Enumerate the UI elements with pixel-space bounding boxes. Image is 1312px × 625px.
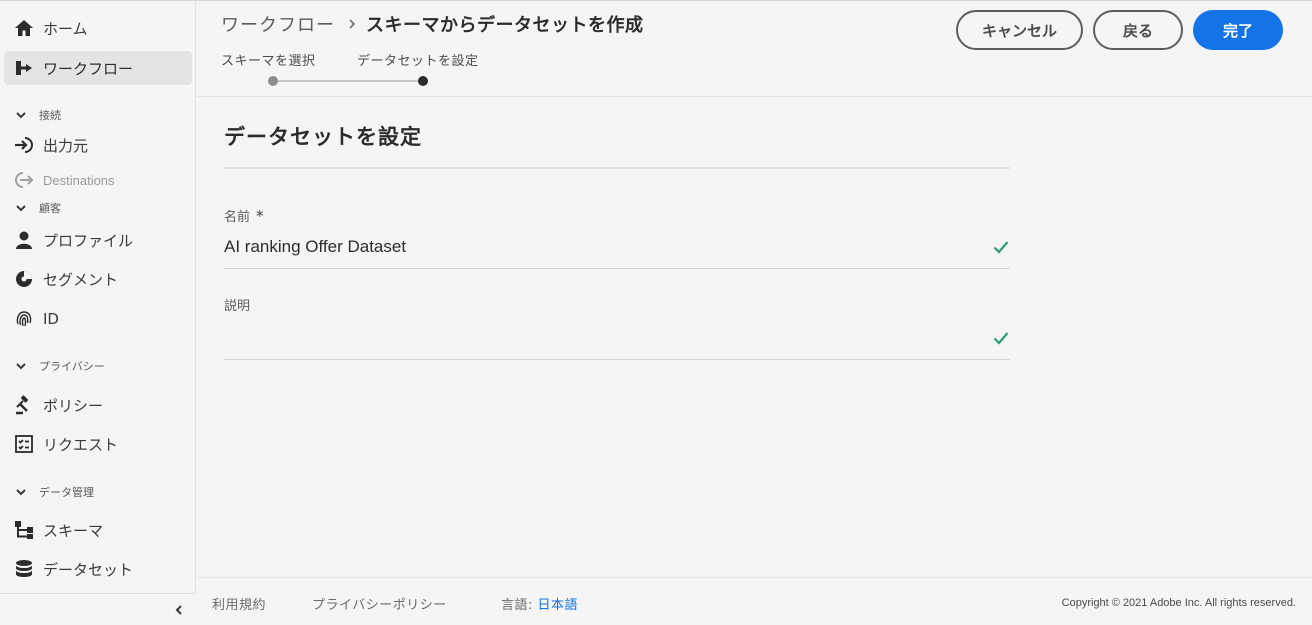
- sidebar-item-label: 出力元: [43, 136, 89, 155]
- required-mark: *: [256, 207, 264, 225]
- section-title: データセットを設定: [224, 125, 422, 149]
- checklist-icon: [14, 434, 34, 454]
- sidebar-item-label: ポリシー: [43, 396, 104, 415]
- schema-icon: [14, 520, 34, 540]
- sidebar-item-datasets[interactable]: データセット: [4, 552, 192, 586]
- workflow-icon: [14, 58, 34, 78]
- checkmark-icon: [993, 332, 1009, 345]
- sidebar-section-label: 顧客: [39, 202, 61, 215]
- step-dot-completed: [268, 76, 278, 86]
- name-label-text: 名前: [224, 210, 251, 225]
- workflow-header: ワークフロー スキーマからデータセットを作成 スキーマを選択 データセットを設定…: [197, 1, 1312, 97]
- step-label-configure-dataset: データセットを設定: [357, 54, 479, 69]
- sidebar-section-customer[interactable]: 顧客: [14, 198, 61, 218]
- sidebar-item-label: ホーム: [43, 19, 88, 38]
- sidebar-section-data-management[interactable]: データ管理: [14, 482, 94, 502]
- name-field-underline: [224, 268, 1010, 269]
- terms-link[interactable]: 利用規約: [212, 594, 266, 613]
- user-icon: [14, 230, 34, 250]
- sidebar-item-destinations[interactable]: Destinations: [4, 163, 192, 197]
- breadcrumb-workflows-link[interactable]: ワークフロー: [221, 11, 335, 37]
- main-content: ワークフロー スキーマからデータセットを作成 スキーマを選択 データセットを設定…: [197, 1, 1312, 625]
- sidebar-item-sources[interactable]: 出力元: [4, 128, 192, 162]
- footer: 利用規約 プライバシーポリシー 言語: 日本語 Copyright © 2021…: [197, 577, 1312, 625]
- sidebar-section-privacy[interactable]: プライバシー: [14, 356, 105, 376]
- segment-icon: [14, 269, 34, 289]
- sidebar: ホーム ワークフロー 接続 出力元 Destinations 顧客 プロファイル: [0, 1, 196, 625]
- section-divider: [224, 167, 1010, 169]
- sidebar-item-label: データセット: [43, 560, 134, 579]
- description-field[interactable]: [224, 327, 984, 351]
- source-icon: [14, 135, 34, 155]
- chevron-left-icon[interactable]: [172, 603, 186, 617]
- sidebar-item-label: リクエスト: [43, 435, 119, 454]
- sidebar-section-label: プライバシー: [39, 360, 105, 373]
- back-button[interactable]: 戻る: [1093, 10, 1183, 50]
- copyright-text: Copyright © 2021 Adobe Inc. All rights r…: [1061, 597, 1296, 609]
- sidebar-item-home[interactable]: ホーム: [4, 11, 192, 45]
- sidebar-item-requests[interactable]: リクエスト: [4, 427, 192, 461]
- language-selector: 言語: 日本語: [501, 594, 578, 613]
- sidebar-item-profiles[interactable]: プロファイル: [4, 223, 192, 257]
- privacy-policy-link[interactable]: プライバシーポリシー: [312, 594, 447, 613]
- sidebar-item-label: ワークフロー: [43, 59, 134, 78]
- step-dot-current: [418, 76, 428, 86]
- sidebar-item-segments[interactable]: セグメント: [4, 262, 192, 296]
- sidebar-section-label: データ管理: [39, 486, 94, 499]
- breadcrumb: ワークフロー スキーマからデータセットを作成: [221, 11, 644, 37]
- description-field-underline: [224, 359, 1010, 360]
- gavel-icon: [14, 395, 34, 415]
- chevron-down-icon: [16, 363, 26, 370]
- destination-icon: [14, 170, 34, 190]
- chevron-right-icon: [349, 19, 356, 29]
- fingerprint-icon: [14, 309, 34, 329]
- sidebar-collapse-bar: [0, 593, 196, 625]
- sidebar-item-label: プロファイル: [43, 231, 134, 250]
- sidebar-item-policies[interactable]: ポリシー: [4, 388, 192, 422]
- name-field-label: 名前 *: [224, 206, 264, 225]
- sidebar-section-label: 接続: [39, 109, 61, 122]
- sidebar-item-workflows[interactable]: ワークフロー: [4, 51, 192, 85]
- home-icon: [14, 18, 34, 38]
- cancel-button[interactable]: キャンセル: [956, 10, 1083, 50]
- sidebar-item-label: Destinations: [43, 172, 115, 188]
- chevron-down-icon: [16, 489, 26, 496]
- chevron-down-icon: [16, 112, 26, 119]
- sidebar-item-label: ID: [43, 310, 59, 328]
- chevron-down-icon: [16, 205, 26, 212]
- sidebar-item-identities[interactable]: ID: [4, 302, 192, 336]
- step-progress-track: [273, 80, 423, 82]
- sidebar-section-connections[interactable]: 接続: [14, 105, 61, 125]
- name-field[interactable]: AI ranking Offer Dataset: [224, 237, 406, 257]
- database-icon: [14, 559, 34, 579]
- step-label-select-schema: スキーマを選択: [221, 54, 316, 69]
- sidebar-item-label: スキーマ: [43, 521, 104, 540]
- description-field-label: 説明: [224, 299, 251, 314]
- sidebar-item-schemas[interactable]: スキーマ: [4, 513, 192, 547]
- page-title: スキーマからデータセットを作成: [366, 15, 644, 36]
- language-value-link[interactable]: 日本語: [538, 598, 579, 613]
- finish-button[interactable]: 完了: [1193, 10, 1283, 50]
- checkmark-icon: [993, 241, 1009, 254]
- language-label: 言語:: [501, 598, 533, 613]
- sidebar-item-label: セグメント: [43, 270, 119, 289]
